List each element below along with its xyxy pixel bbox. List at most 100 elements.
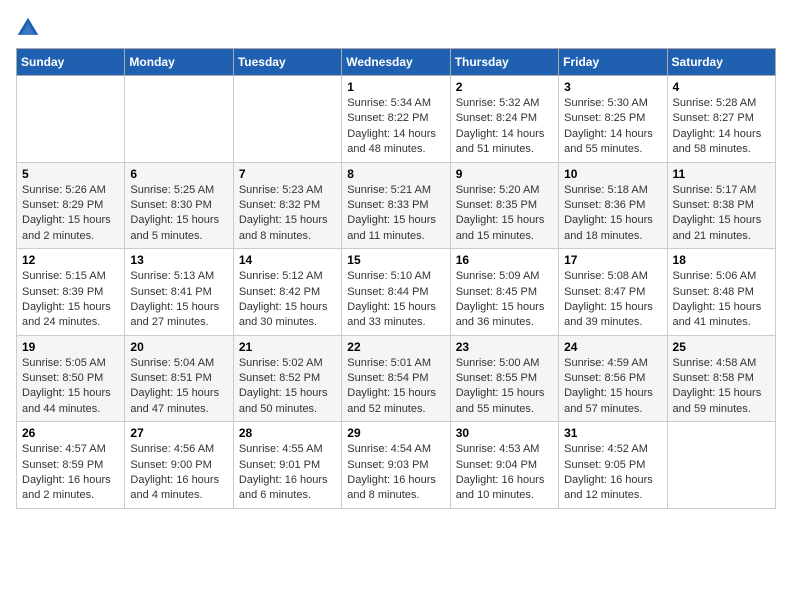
calendar-cell: 12 Sunrise: 5:15 AM Sunset: 8:39 PM Dayli… [17, 249, 125, 336]
day-number: 29 [347, 426, 444, 440]
weekday-header-wednesday: Wednesday [342, 49, 450, 76]
calendar-week-4: 19 Sunrise: 5:05 AM Sunset: 8:50 PM Dayli… [17, 335, 776, 422]
day-number: 31 [564, 426, 661, 440]
calendar-cell: 19 Sunrise: 5:05 AM Sunset: 8:50 PM Dayli… [17, 335, 125, 422]
day-info: Sunrise: 5:15 AM Sunset: 8:39 PM Dayligh… [22, 269, 119, 331]
calendar-cell: 26 Sunrise: 4:57 AM Sunset: 8:59 PM Dayli… [17, 422, 125, 509]
day-info: Sunrise: 5:17 AM Sunset: 8:38 PM Dayligh… [673, 183, 770, 245]
day-number: 24 [564, 340, 661, 354]
weekday-header-tuesday: Tuesday [233, 49, 341, 76]
calendar-cell: 28 Sunrise: 4:55 AM Sunset: 9:01 PM Dayli… [233, 422, 341, 509]
calendar-week-2: 5Sunrise: 5:26 AM Sunset: 8:29 PM Daylig… [17, 162, 776, 249]
calendar-cell: 27 Sunrise: 4:56 AM Sunset: 9:00 PM Dayli… [125, 422, 233, 509]
day-info: Sunrise: 5:04 AM Sunset: 8:51 PM Dayligh… [130, 356, 227, 418]
day-number: 2 [456, 80, 553, 94]
day-info: Sunrise: 4:55 AM Sunset: 9:01 PM Dayligh… [239, 442, 336, 504]
day-info: Sunrise: 5:09 AM Sunset: 8:45 PM Dayligh… [456, 269, 553, 331]
day-number: 16 [456, 253, 553, 267]
day-info: Sunrise: 4:52 AM Sunset: 9:05 PM Dayligh… [564, 442, 661, 504]
day-number: 7 [239, 167, 336, 181]
calendar-cell: 25 Sunrise: 4:58 AM Sunset: 8:58 PM Dayli… [667, 335, 775, 422]
day-info: Sunrise: 5:08 AM Sunset: 8:47 PM Dayligh… [564, 269, 661, 331]
day-info: Sunrise: 5:02 AM Sunset: 8:52 PM Dayligh… [239, 356, 336, 418]
day-info: Sunrise: 5:01 AM Sunset: 8:54 PM Dayligh… [347, 356, 444, 418]
day-number: 11 [673, 167, 770, 181]
calendar-cell: 24 Sunrise: 4:59 AM Sunset: 8:56 PM Dayli… [559, 335, 667, 422]
day-number: 8 [347, 167, 444, 181]
calendar-cell: 30 Sunrise: 4:53 AM Sunset: 9:04 PM Dayli… [450, 422, 558, 509]
day-number: 25 [673, 340, 770, 354]
weekday-header-row: SundayMondayTuesdayWednesdayThursdayFrid… [17, 49, 776, 76]
weekday-header-monday: Monday [125, 49, 233, 76]
day-info: Sunrise: 5:13 AM Sunset: 8:41 PM Dayligh… [130, 269, 227, 331]
day-number: 18 [673, 253, 770, 267]
day-number: 28 [239, 426, 336, 440]
calendar-cell: 20 Sunrise: 5:04 AM Sunset: 8:51 PM Dayli… [125, 335, 233, 422]
calendar-cell: 13 Sunrise: 5:13 AM Sunset: 8:41 PM Dayli… [125, 249, 233, 336]
calendar-cell [125, 76, 233, 163]
calendar-cell: 10Sunrise: 5:18 AM Sunset: 8:36 PM Dayli… [559, 162, 667, 249]
day-number: 26 [22, 426, 119, 440]
calendar-cell: 22 Sunrise: 5:01 AM Sunset: 8:54 PM Dayli… [342, 335, 450, 422]
calendar-cell: 8 Sunrise: 5:21 AM Sunset: 8:33 PM Daylig… [342, 162, 450, 249]
day-info: Sunrise: 5:23 AM Sunset: 8:32 PM Dayligh… [239, 183, 336, 245]
calendar-week-3: 12 Sunrise: 5:15 AM Sunset: 8:39 PM Dayli… [17, 249, 776, 336]
calendar-cell: 15 Sunrise: 5:10 AM Sunset: 8:44 PM Dayli… [342, 249, 450, 336]
day-number: 22 [347, 340, 444, 354]
day-number: 1 [347, 80, 444, 94]
calendar-cell: 18 Sunrise: 5:06 AM Sunset: 8:48 PM Dayli… [667, 249, 775, 336]
day-number: 23 [456, 340, 553, 354]
calendar-week-1: 1Sunrise: 5:34 AM Sunset: 8:22 PM Daylig… [17, 76, 776, 163]
day-number: 12 [22, 253, 119, 267]
day-info: Sunrise: 4:54 AM Sunset: 9:03 PM Dayligh… [347, 442, 444, 504]
day-number: 27 [130, 426, 227, 440]
calendar-cell: 6Sunrise: 5:25 AM Sunset: 8:30 PM Daylig… [125, 162, 233, 249]
calendar-cell: 11 Sunrise: 5:17 AM Sunset: 8:38 PM Dayli… [667, 162, 775, 249]
calendar-cell: 3Sunrise: 5:30 AM Sunset: 8:25 PM Daylig… [559, 76, 667, 163]
day-info: Sunrise: 5:00 AM Sunset: 8:55 PM Dayligh… [456, 356, 553, 418]
day-number: 10 [564, 167, 661, 181]
calendar-cell: 5Sunrise: 5:26 AM Sunset: 8:29 PM Daylig… [17, 162, 125, 249]
day-number: 30 [456, 426, 553, 440]
weekday-header-thursday: Thursday [450, 49, 558, 76]
day-info: Sunrise: 5:21 AM Sunset: 8:33 PM Dayligh… [347, 183, 444, 245]
calendar-cell: 7 Sunrise: 5:23 AM Sunset: 8:32 PM Daylig… [233, 162, 341, 249]
day-number: 19 [22, 340, 119, 354]
day-number: 15 [347, 253, 444, 267]
day-info: Sunrise: 4:59 AM Sunset: 8:56 PM Dayligh… [564, 356, 661, 418]
day-number: 4 [673, 80, 770, 94]
calendar-cell: 23 Sunrise: 5:00 AM Sunset: 8:55 PM Dayli… [450, 335, 558, 422]
day-info: Sunrise: 4:53 AM Sunset: 9:04 PM Dayligh… [456, 442, 553, 504]
calendar-cell: 9 Sunrise: 5:20 AM Sunset: 8:35 PM Daylig… [450, 162, 558, 249]
calendar-cell: 21Sunrise: 5:02 AM Sunset: 8:52 PM Dayli… [233, 335, 341, 422]
logo [16, 16, 44, 40]
day-number: 20 [130, 340, 227, 354]
day-info: Sunrise: 5:06 AM Sunset: 8:48 PM Dayligh… [673, 269, 770, 331]
day-number: 17 [564, 253, 661, 267]
day-info: Sunrise: 5:28 AM Sunset: 8:27 PM Dayligh… [673, 96, 770, 158]
calendar-cell [17, 76, 125, 163]
calendar-cell: 4 Sunrise: 5:28 AM Sunset: 8:27 PM Daylig… [667, 76, 775, 163]
day-info: Sunrise: 5:12 AM Sunset: 8:42 PM Dayligh… [239, 269, 336, 331]
weekday-header-saturday: Saturday [667, 49, 775, 76]
calendar-cell: 31 Sunrise: 4:52 AM Sunset: 9:05 PM Dayli… [559, 422, 667, 509]
calendar-cell: 16 Sunrise: 5:09 AM Sunset: 8:45 PM Dayli… [450, 249, 558, 336]
day-info: Sunrise: 5:20 AM Sunset: 8:35 PM Dayligh… [456, 183, 553, 245]
calendar-cell: 29 Sunrise: 4:54 AM Sunset: 9:03 PM Dayli… [342, 422, 450, 509]
calendar-week-5: 26 Sunrise: 4:57 AM Sunset: 8:59 PM Dayli… [17, 422, 776, 509]
day-info: Sunrise: 4:57 AM Sunset: 8:59 PM Dayligh… [22, 442, 119, 504]
day-info: Sunrise: 4:56 AM Sunset: 9:00 PM Dayligh… [130, 442, 227, 504]
calendar-cell: 14Sunrise: 5:12 AM Sunset: 8:42 PM Dayli… [233, 249, 341, 336]
day-info: Sunrise: 5:32 AM Sunset: 8:24 PM Dayligh… [456, 96, 553, 158]
day-number: 13 [130, 253, 227, 267]
day-number: 9 [456, 167, 553, 181]
calendar-cell: 1Sunrise: 5:34 AM Sunset: 8:22 PM Daylig… [342, 76, 450, 163]
day-info: Sunrise: 5:05 AM Sunset: 8:50 PM Dayligh… [22, 356, 119, 418]
calendar-cell: 2 Sunrise: 5:32 AM Sunset: 8:24 PM Daylig… [450, 76, 558, 163]
calendar-cell [667, 422, 775, 509]
day-info: Sunrise: 5:10 AM Sunset: 8:44 PM Dayligh… [347, 269, 444, 331]
day-info: Sunrise: 5:26 AM Sunset: 8:29 PM Dayligh… [22, 183, 119, 245]
day-info: Sunrise: 4:58 AM Sunset: 8:58 PM Dayligh… [673, 356, 770, 418]
weekday-header-friday: Friday [559, 49, 667, 76]
calendar-cell: 17 Sunrise: 5:08 AM Sunset: 8:47 PM Dayli… [559, 249, 667, 336]
